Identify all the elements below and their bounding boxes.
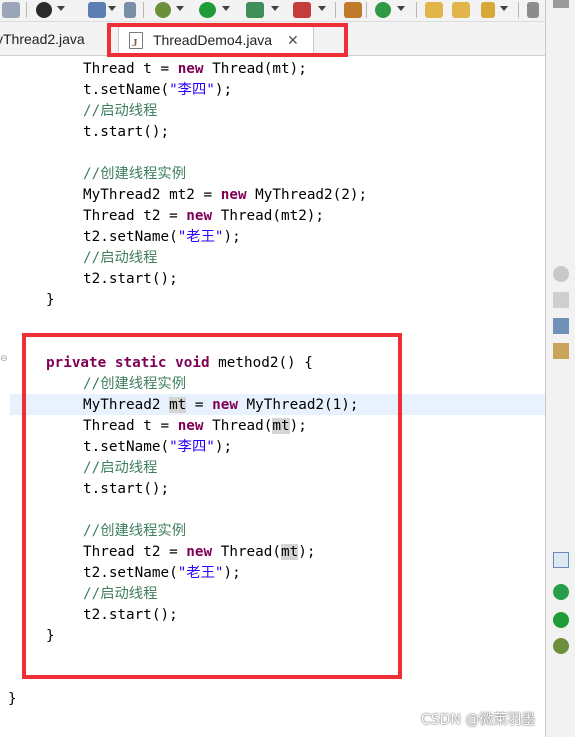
toolbar-separator (518, 2, 519, 18)
toolbar-separator (366, 2, 367, 18)
pin-icon[interactable] (481, 2, 495, 18)
toolbar-overflow-icon[interactable] (527, 2, 539, 18)
run-last-icon[interactable] (553, 584, 569, 600)
wand-icon[interactable] (124, 2, 136, 18)
main-toolbar (0, 0, 545, 22)
chevron-down-icon[interactable] (176, 6, 184, 11)
new-package-icon[interactable] (344, 2, 362, 18)
run-icon[interactable] (553, 612, 569, 628)
chevron-down-icon[interactable] (222, 6, 230, 11)
code-comment: //启动线程 (83, 103, 158, 119)
paste-icon[interactable] (553, 343, 569, 359)
code-line: t.setName("李四"); (83, 82, 233, 98)
chevron-down-icon[interactable] (500, 6, 508, 11)
chevron-down-icon[interactable] (57, 6, 65, 11)
code-line: Thread t2 = new Thread(mt2); (83, 208, 325, 224)
code-line: t2.setName("老王"); (83, 229, 241, 245)
scroll-up-icon[interactable] (553, 0, 569, 8)
closing-brace: } (46, 292, 55, 308)
external-tools-icon[interactable] (293, 2, 311, 18)
class-closing-brace: } (8, 691, 17, 707)
toolbar-separator (335, 2, 336, 18)
code-comment: //创建线程实例 (83, 166, 186, 182)
open-folder-icon[interactable] (425, 2, 443, 18)
annotation-box-method2 (22, 333, 402, 679)
chevron-down-icon[interactable] (318, 6, 326, 11)
user-icon[interactable] (36, 2, 52, 18)
code-line: t.start(); (83, 124, 170, 140)
new-class-icon[interactable] (375, 2, 391, 18)
watermark: CSDN @微莱羽墨 (421, 712, 536, 728)
copy-icon[interactable] (553, 292, 569, 308)
tab-label: yThread2.java (0, 31, 85, 47)
cut-icon[interactable] (553, 266, 569, 282)
toolbar-separator (416, 2, 417, 18)
coverage-icon[interactable] (246, 2, 264, 18)
chevron-down-icon[interactable] (108, 6, 116, 11)
debug-icon[interactable] (155, 2, 171, 18)
chevron-down-icon[interactable] (271, 6, 279, 11)
save-icon[interactable] (2, 2, 20, 18)
right-side-panel (545, 0, 575, 737)
fold-marker-icon[interactable]: ⊖ (0, 354, 8, 364)
chevron-down-icon[interactable] (397, 6, 405, 11)
code-line: Thread t = new Thread(mt); (83, 61, 307, 77)
annotation-box-tab (107, 23, 348, 57)
open-file-icon[interactable] (452, 2, 470, 18)
view-menu-icon[interactable] (553, 552, 569, 568)
code-comment: //启动线程 (83, 250, 158, 266)
copy-qualified-icon[interactable] (553, 318, 569, 334)
monitor-icon[interactable] (88, 2, 106, 18)
tab-mythread2[interactable]: yThread2.java (0, 26, 106, 54)
toolbar-separator (26, 2, 27, 18)
run-icon[interactable] (199, 2, 216, 18)
debug-icon[interactable] (553, 638, 569, 654)
code-line: t2.start(); (83, 271, 178, 287)
toolbar-separator (143, 2, 144, 18)
code-line: MyThread2 mt2 = new MyThread2(2); (83, 187, 368, 203)
